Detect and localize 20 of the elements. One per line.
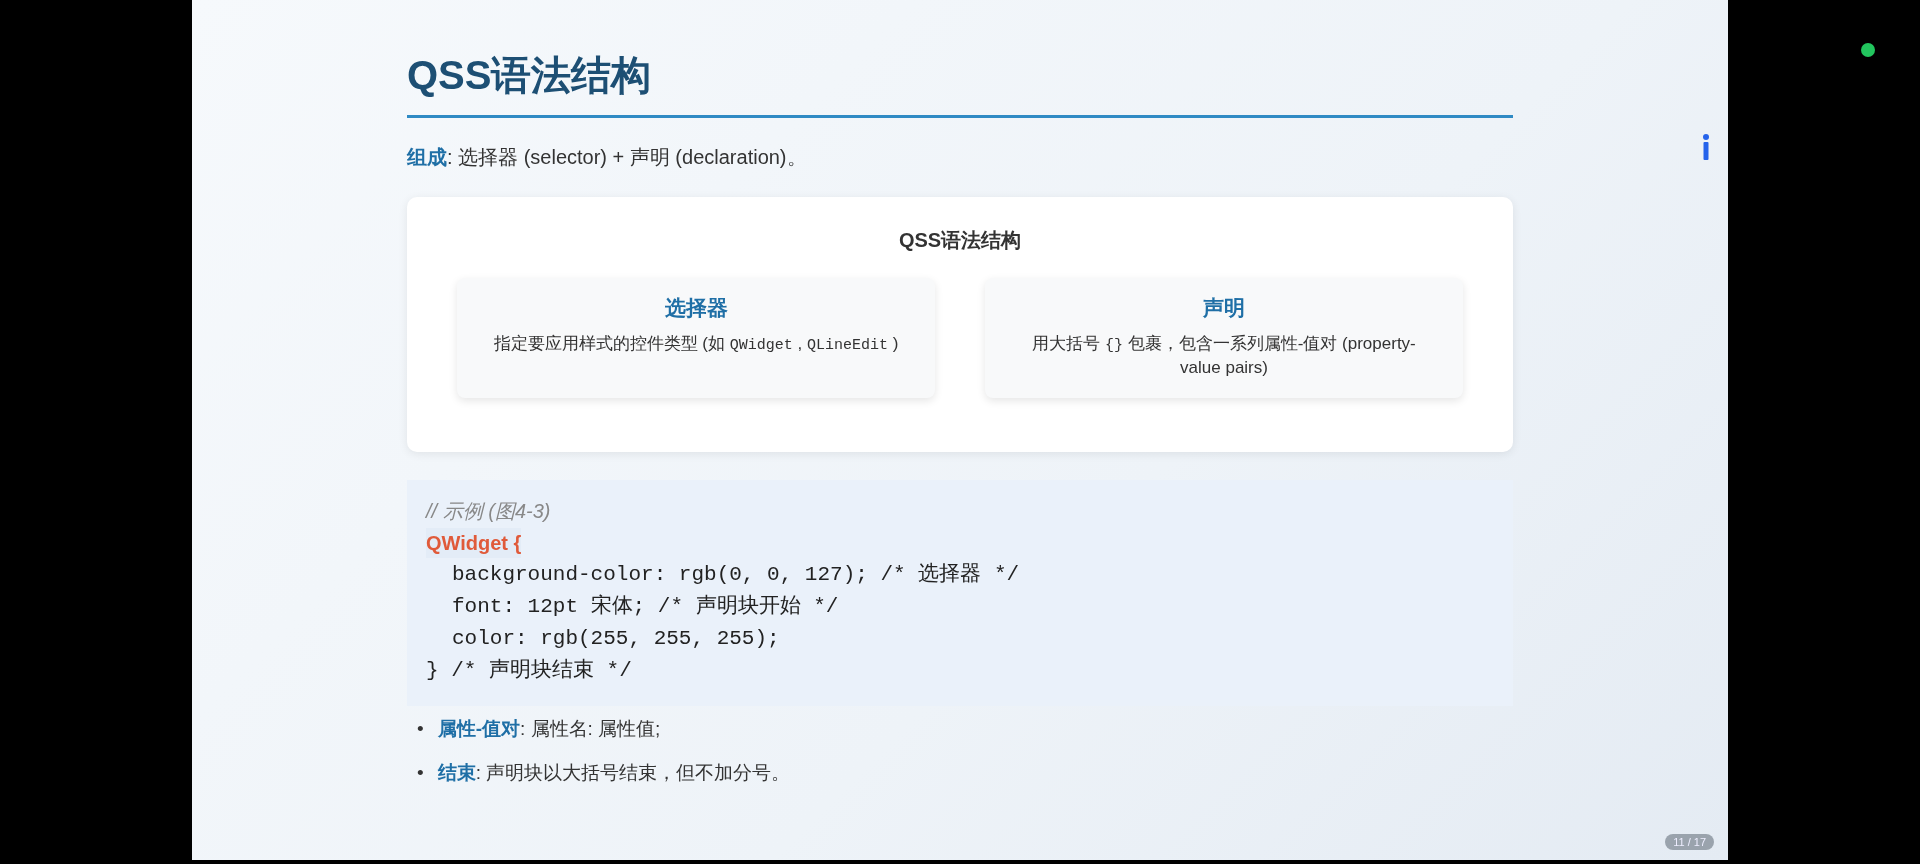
status-dot bbox=[1861, 43, 1875, 57]
code-line: font: 12pt 宋体; /* 声明块开始 */ bbox=[451, 593, 839, 620]
bullet-marker: • bbox=[417, 716, 424, 741]
code-line: background-color: rgb(0, 0, 127); /* 选择器 */ bbox=[451, 561, 1020, 588]
code-selector: QWidget { bbox=[426, 527, 522, 558]
page-counter: 11 / 17 bbox=[1665, 834, 1714, 850]
intro-text: 组成: 选择器 (selector) + 声明 (declaration)。 bbox=[407, 145, 808, 170]
concept-description: 指定要应用样式的控件类型 (如 QWidget , QLineEdit ) bbox=[493, 333, 899, 356]
bullet-item: 属性-值对: 属性名: 属性值; bbox=[437, 716, 661, 741]
code-comment: // 示例 (图4-3) bbox=[426, 498, 551, 524]
concept-description: 用大括号 {} 包裹，包含一系列属性-值对 (property-value pairs) bbox=[1031, 333, 1417, 379]
diagram-title: QSS语法结构 bbox=[898, 228, 1022, 253]
bullet-marker: • bbox=[417, 760, 424, 785]
info-icon[interactable] bbox=[1702, 134, 1710, 160]
bullet-item: 结束: 声明块以大括号结束，但不加分号。 bbox=[437, 760, 791, 785]
code-line: } /* 声明块结束 */ bbox=[426, 657, 632, 684]
concept-heading: 选择器 bbox=[664, 295, 728, 321]
slide-title: QSS语法结构 bbox=[407, 48, 1513, 118]
code-line: color: rgb(255, 255, 255); bbox=[451, 625, 780, 652]
concept-heading: 声明 bbox=[1203, 295, 1245, 321]
